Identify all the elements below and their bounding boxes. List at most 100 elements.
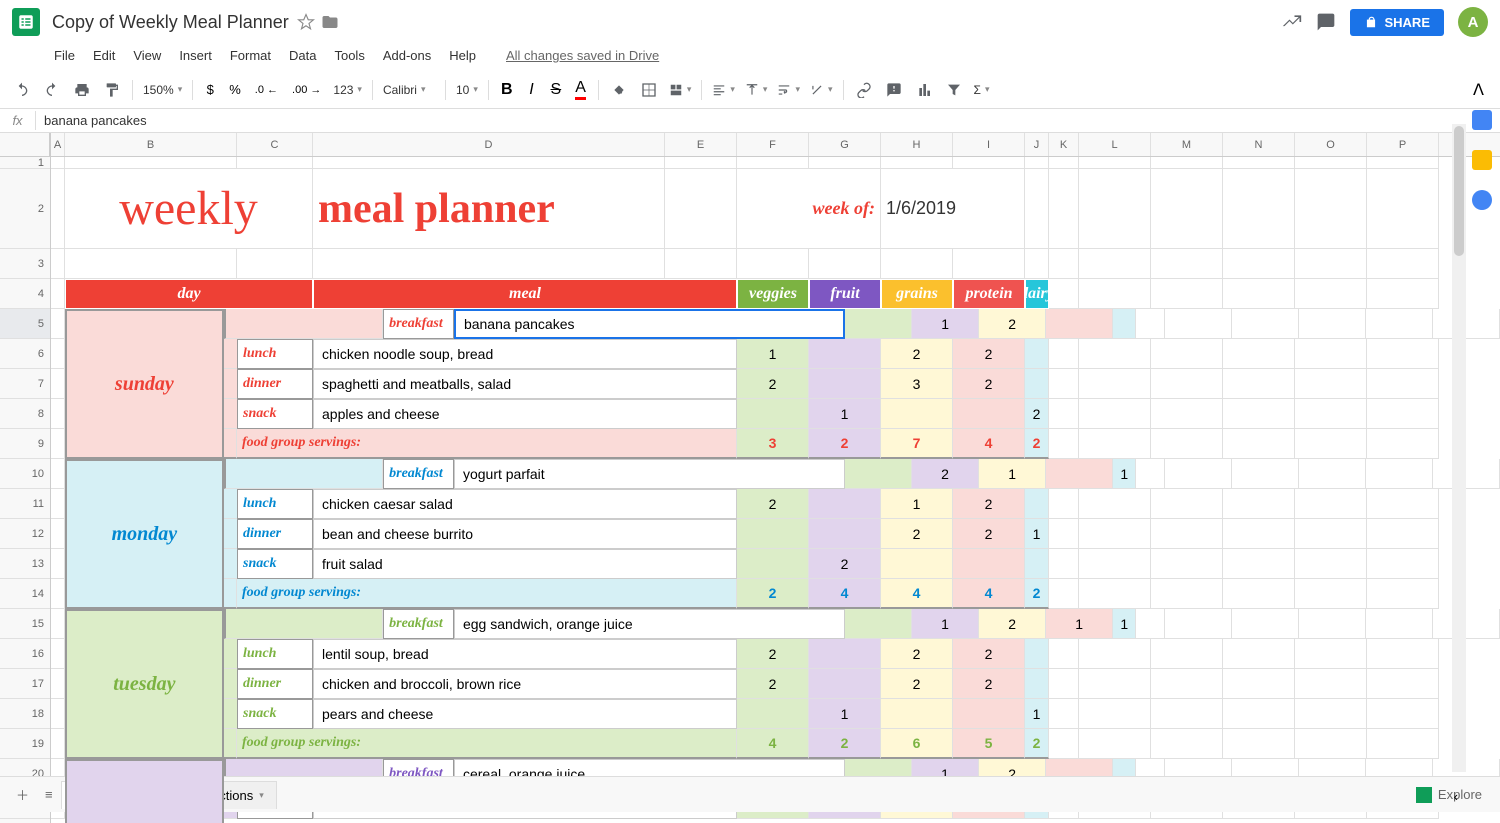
menu-addons[interactable]: Add-ons <box>375 44 439 67</box>
tot-sun-2[interactable]: 7 <box>881 429 953 459</box>
wrap-button[interactable] <box>773 81 804 99</box>
doc-title[interactable]: Copy of Weekly Meal Planner <box>52 12 289 33</box>
row-header-14[interactable]: 14 <box>0 579 50 609</box>
mealtype-sun-lu[interactable]: lunch <box>237 339 313 369</box>
merge-button[interactable] <box>665 81 696 99</box>
serv-tue-di-0[interactable]: 2 <box>737 669 809 699</box>
menu-file[interactable]: File <box>46 44 83 67</box>
serv-mon-bf-1[interactable]: 2 <box>912 459 979 489</box>
row-header-10[interactable]: 10 <box>0 459 50 489</box>
serv-tue-lu-0[interactable]: 2 <box>737 639 809 669</box>
serv-sun-bf-2[interactable]: 2 <box>979 309 1046 339</box>
col-header-K[interactable]: K <box>1049 133 1079 156</box>
col-header-G[interactable]: G <box>809 133 881 156</box>
serv-mon-bf-2[interactable]: 1 <box>979 459 1046 489</box>
paint-format-button[interactable] <box>98 77 126 103</box>
col-header-O[interactable]: O <box>1295 133 1367 156</box>
save-status[interactable]: All changes saved in Drive <box>498 44 667 67</box>
serv-sun-sn-1[interactable]: 1 <box>809 399 881 429</box>
col-header-F[interactable]: F <box>737 133 809 156</box>
mealtype-mon-sn[interactable]: snack <box>237 549 313 579</box>
meal-tue-sn[interactable]: pears and cheese <box>313 699 737 729</box>
rotate-button[interactable] <box>806 81 837 99</box>
tot-tue-4[interactable]: 2 <box>1025 729 1049 759</box>
serv-mon-sn-4[interactable] <box>1025 549 1049 579</box>
serv-sun-di-4[interactable] <box>1025 369 1049 399</box>
serv-mon-sn-0[interactable] <box>737 549 809 579</box>
meal-sun-di[interactable]: spaghetti and meatballs, salad <box>313 369 737 399</box>
row-header-2[interactable]: 2 <box>0 169 50 249</box>
serv-tue-di-4[interactable] <box>1025 669 1049 699</box>
serv-tue-sn-0[interactable] <box>737 699 809 729</box>
calendar-addon-icon[interactable] <box>1472 110 1492 130</box>
col-header-N[interactable]: N <box>1223 133 1295 156</box>
avatar[interactable]: A <box>1458 7 1488 37</box>
row-header-18[interactable]: 18 <box>0 699 50 729</box>
serv-sun-di-1[interactable] <box>809 369 881 399</box>
meal-sun-lu[interactable]: chicken noodle soup, bread <box>313 339 737 369</box>
serv-tue-lu-3[interactable]: 2 <box>953 639 1025 669</box>
serv-sun-bf-0[interactable] <box>845 309 912 339</box>
row-header-7[interactable]: 7 <box>0 369 50 399</box>
mealtype-tue-sn[interactable]: snack <box>237 699 313 729</box>
serv-mon-di-0[interactable] <box>737 519 809 549</box>
valign-button[interactable] <box>741 81 772 99</box>
header-veggies[interactable]: veggies <box>737 279 809 309</box>
add-sheet-button[interactable]: ＋ <box>8 781 37 808</box>
percent-button[interactable]: % <box>223 77 247 103</box>
tot-sun-0[interactable]: 3 <box>737 429 809 459</box>
col-header-H[interactable]: H <box>881 133 953 156</box>
serv-tue-sn-3[interactable] <box>953 699 1025 729</box>
serv-mon-lu-1[interactable] <box>809 489 881 519</box>
header-day[interactable]: day <box>65 279 313 309</box>
fill-color-button[interactable] <box>605 77 633 103</box>
week-of-label[interactable]: week of: <box>737 169 881 249</box>
tasks-addon-icon[interactable] <box>1472 190 1492 210</box>
tot-mon-4[interactable]: 2 <box>1025 579 1049 609</box>
meal-tue-lu[interactable]: lentil soup, bread <box>313 639 737 669</box>
serv-tue-lu-4[interactable] <box>1025 639 1049 669</box>
meal-tue-bf[interactable]: egg sandwich, orange juice <box>454 609 845 639</box>
print-button[interactable] <box>68 77 96 103</box>
tot-mon-3[interactable]: 4 <box>953 579 1025 609</box>
tot-tue-2[interactable]: 6 <box>881 729 953 759</box>
row-header-17[interactable]: 17 <box>0 669 50 699</box>
row-header-11[interactable]: 11 <box>0 489 50 519</box>
mealtype-tue-di[interactable]: dinner <box>237 669 313 699</box>
row-header-6[interactable]: 6 <box>0 339 50 369</box>
col-header-P[interactable]: P <box>1367 133 1439 156</box>
header-meal[interactable]: meal <box>313 279 737 309</box>
serv-mon-lu-2[interactable]: 1 <box>881 489 953 519</box>
menu-tools[interactable]: Tools <box>326 44 372 67</box>
header-dairy[interactable]: dairy <box>1025 279 1049 309</box>
serv-sun-di-3[interactable]: 2 <box>953 369 1025 399</box>
serv-tue-bf-3[interactable]: 1 <box>1046 609 1113 639</box>
row-header-16[interactable]: 16 <box>0 639 50 669</box>
tot-mon-0[interactable]: 2 <box>737 579 809 609</box>
comment-button[interactable] <box>880 77 908 103</box>
menu-help[interactable]: Help <box>441 44 484 67</box>
mealtype-mon-bf[interactable]: breakfast <box>383 459 454 489</box>
serv-sun-lu-1[interactable] <box>809 339 881 369</box>
header-grains[interactable]: grains <box>881 279 953 309</box>
menu-format[interactable]: Format <box>222 44 279 67</box>
trend-icon[interactable] <box>1282 12 1302 32</box>
comment-icon[interactable] <box>1316 12 1336 32</box>
menu-view[interactable]: View <box>125 44 169 67</box>
col-header-D[interactable]: D <box>313 133 665 156</box>
serv-mon-di-4[interactable]: 1 <box>1025 519 1049 549</box>
serv-mon-sn-2[interactable] <box>881 549 953 579</box>
day-tue[interactable]: tuesday <box>65 609 224 759</box>
spreadsheet-grid[interactable]: weeklymeal plannerweek of:1/6/2019daymea… <box>51 157 1500 819</box>
day-wed[interactable]: wednesday <box>65 759 224 823</box>
serv-sun-bf-4[interactable] <box>1113 309 1136 339</box>
tot-mon-1[interactable]: 4 <box>809 579 881 609</box>
row-header-13[interactable]: 13 <box>0 549 50 579</box>
serv-tue-sn-1[interactable]: 1 <box>809 699 881 729</box>
col-header-L[interactable]: L <box>1079 133 1151 156</box>
title-meal[interactable]: meal planner <box>313 169 665 249</box>
serv-sun-lu-3[interactable]: 2 <box>953 339 1025 369</box>
row-header-12[interactable]: 12 <box>0 519 50 549</box>
serv-tue-bf-1[interactable]: 1 <box>912 609 979 639</box>
serv-mon-bf-4[interactable]: 1 <box>1113 459 1136 489</box>
